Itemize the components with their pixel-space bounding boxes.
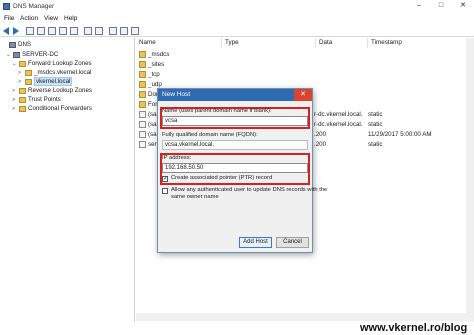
- record-icon: [139, 141, 146, 148]
- column-header-name[interactable]: Name: [136, 38, 222, 48]
- name-label: Name (uses parent domain name if blank):: [162, 108, 272, 114]
- list-item[interactable]: _msdcs: [136, 50, 474, 60]
- server-tool-icon[interactable]: [120, 27, 128, 35]
- chevron-right-icon[interactable]: >: [18, 79, 24, 85]
- zone-icon: [25, 79, 32, 85]
- column-header-type[interactable]: Type: [222, 38, 316, 48]
- chevron-down-icon[interactable]: ⌄: [6, 52, 12, 58]
- back-icon[interactable]: [3, 27, 11, 35]
- allow-update-label: Allow any authenticated user to update D…: [171, 187, 328, 193]
- export-list-icon[interactable]: [70, 27, 78, 35]
- horizontal-scrollbar[interactable]: [136, 313, 466, 321]
- titlebar: DNS Manager – □ ✕: [0, 0, 474, 13]
- menu-action[interactable]: Action: [20, 15, 38, 22]
- site-watermark: www.vkernel.ro/blog: [360, 322, 468, 334]
- allow-update-label-line2: same owner name: [171, 194, 219, 200]
- folder-icon: [19, 106, 26, 112]
- add-host-button[interactable]: Add Host: [239, 237, 272, 248]
- properties-icon[interactable]: [84, 27, 92, 35]
- folder-icon: [19, 97, 26, 103]
- fqdn-label: Fully qualified domain name (FQDN):: [162, 132, 258, 138]
- menu-file[interactable]: File: [4, 15, 14, 22]
- folder-icon: [19, 61, 26, 67]
- window-title: DNS Manager: [13, 3, 55, 10]
- ip-address-input[interactable]: 192.168.50.50: [162, 163, 308, 173]
- dns-record-icon[interactable]: [109, 27, 117, 35]
- up-folder-icon[interactable]: [26, 27, 34, 35]
- toolbar: [0, 25, 474, 37]
- refresh-icon[interactable]: [59, 27, 67, 35]
- server-icon: [13, 52, 20, 58]
- ip-address-label: IP address:: [162, 155, 192, 161]
- folder-icon: [139, 51, 146, 58]
- record-icon: [139, 131, 146, 138]
- dialog-close-button[interactable]: ✕: [294, 89, 312, 101]
- zone-icon: [25, 70, 32, 76]
- record-icon: [139, 111, 146, 118]
- record-icon: [139, 121, 146, 128]
- menu-help[interactable]: Help: [64, 15, 77, 22]
- dns-icon: [9, 42, 16, 48]
- forward-icon[interactable]: [13, 27, 21, 35]
- folder-icon: [19, 88, 26, 94]
- create-ptr-label: Create associated pointer (PTR) record: [171, 175, 273, 181]
- help-icon[interactable]: [95, 27, 103, 35]
- new-host-dialog: New Host ✕ Name (uses parent domain name…: [157, 88, 327, 253]
- folder-icon: [139, 101, 146, 108]
- dialog-title: New Host: [162, 91, 191, 98]
- chevron-right-icon[interactable]: >: [12, 97, 18, 103]
- list-item[interactable]: _tcp: [136, 70, 474, 80]
- host-name-input[interactable]: vcsa: [162, 116, 308, 126]
- dialog-titlebar: New Host ✕: [158, 89, 312, 101]
- chevron-right-icon[interactable]: >: [12, 106, 18, 112]
- minimize-button[interactable]: –: [408, 0, 430, 11]
- chevron-right-icon[interactable]: >: [18, 70, 24, 76]
- show-hide-tree-icon[interactable]: [37, 27, 45, 35]
- cancel-button[interactable]: Cancel: [276, 237, 309, 248]
- menubar: File Action View Help: [0, 13, 474, 24]
- folder-icon: [139, 61, 146, 68]
- list-item[interactable]: _sites: [136, 60, 474, 70]
- console-tree: DNS ⌄ SERVER-DC ⌄ Forward Lookup Zones >…: [0, 38, 135, 322]
- vertical-scrollbar[interactable]: [466, 38, 474, 322]
- delete-icon[interactable]: [48, 27, 56, 35]
- menu-view[interactable]: View: [44, 15, 58, 22]
- folder-icon: [139, 91, 146, 98]
- chevron-down-icon[interactable]: ⌄: [12, 61, 18, 67]
- create-ptr-checkbox[interactable]: [162, 175, 168, 182]
- close-button[interactable]: ✕: [452, 0, 474, 11]
- maximize-button[interactable]: □: [430, 0, 452, 11]
- chevron-right-icon[interactable]: >: [12, 88, 18, 94]
- folder-icon: [139, 71, 146, 78]
- dns-app-icon: [3, 3, 10, 10]
- allow-update-checkbox[interactable]: [162, 188, 168, 194]
- zone-tool-icon[interactable]: [131, 27, 139, 35]
- fqdn-field: vcsa.vkernel.local.: [162, 140, 308, 150]
- folder-icon: [139, 81, 146, 88]
- column-header-data[interactable]: Data: [316, 38, 368, 48]
- column-header-timestamp[interactable]: Timestamp: [368, 38, 468, 48]
